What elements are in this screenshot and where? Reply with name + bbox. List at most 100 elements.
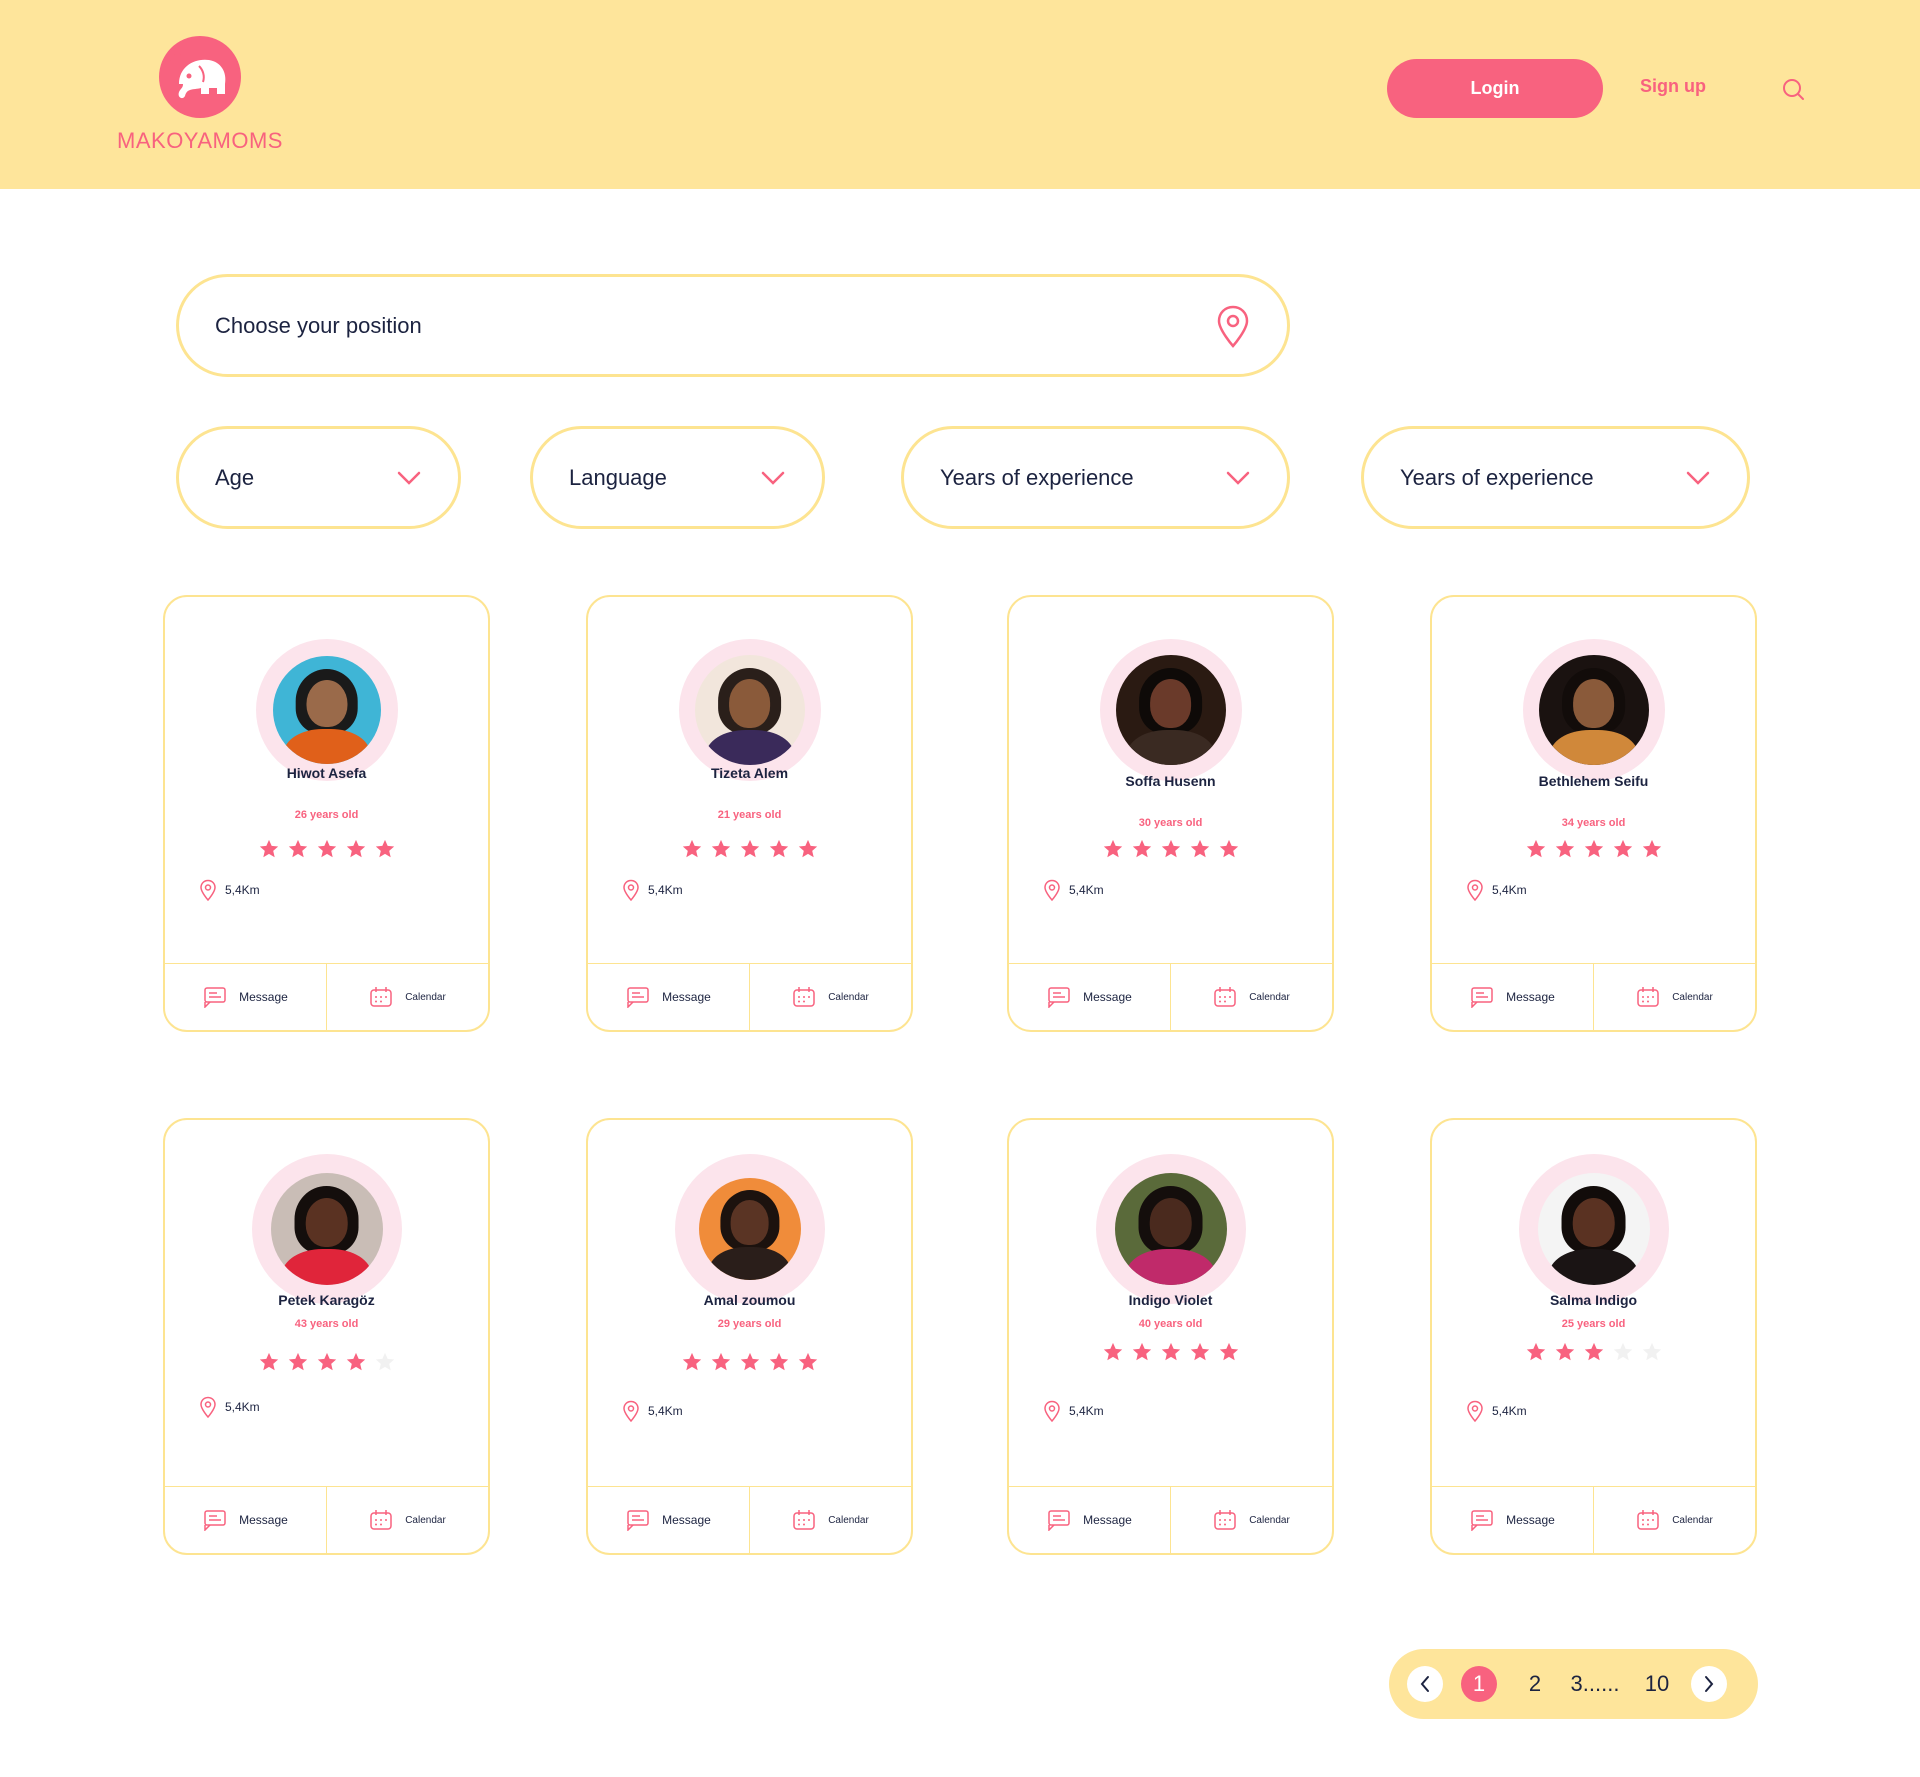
message-button[interactable]: Message <box>1432 1487 1593 1553</box>
calendar-button[interactable]: Calendar <box>326 1487 488 1553</box>
calendar-button[interactable]: Calendar <box>749 1487 911 1553</box>
page-10-button[interactable]: 10 <box>1627 1671 1687 1697</box>
calendar-button[interactable]: Calendar <box>1593 1487 1755 1553</box>
chevron-down-icon <box>397 471 421 485</box>
profile-name[interactable]: Petek Karagöz <box>165 1292 488 1308</box>
filter-label: Years of experience <box>940 464 1134 490</box>
filter-age[interactable]: Age <box>176 426 461 529</box>
message-button[interactable]: Message <box>1009 964 1170 1030</box>
login-button[interactable]: Login <box>1387 59 1603 118</box>
page-2-button[interactable]: 2 <box>1507 1671 1563 1697</box>
calendar-label: Calendar <box>1672 991 1713 1003</box>
calendar-button[interactable]: Calendar <box>326 964 488 1030</box>
profile-card[interactable]: Amal zoumou 29 years old 5,4Km Message C… <box>586 1118 913 1555</box>
avatar[interactable] <box>698 1178 801 1280</box>
calendar-icon <box>1637 987 1659 1007</box>
profile-name[interactable]: Tizeta Alem <box>588 765 911 781</box>
avatar-ring <box>1099 639 1242 781</box>
distance: 5,4Km <box>199 1396 260 1418</box>
profile-name[interactable]: Salma Indigo <box>1432 1292 1755 1308</box>
star-icon <box>1132 839 1151 858</box>
star-icon <box>1161 1342 1180 1361</box>
message-button[interactable]: Message <box>1432 964 1593 1030</box>
filter-experience-2[interactable]: Years of experience <box>1361 426 1750 529</box>
message-button[interactable]: Message <box>165 964 326 1030</box>
message-icon <box>1471 1510 1493 1531</box>
message-button[interactable]: Message <box>165 1487 326 1553</box>
filter-experience[interactable]: Years of experience <box>901 426 1290 529</box>
avatar-face <box>728 679 771 728</box>
position-input[interactable]: Choose your position <box>176 274 1290 377</box>
distance: 5,4Km <box>622 879 683 901</box>
avatar[interactable] <box>1538 655 1649 765</box>
avatar[interactable] <box>272 656 381 764</box>
profile-name[interactable]: Soffa Husenn <box>1009 773 1332 789</box>
page-3-button[interactable]: 3...... <box>1563 1671 1627 1697</box>
filter-language[interactable]: Language <box>530 426 825 529</box>
message-button[interactable]: Message <box>588 964 749 1030</box>
avatar[interactable] <box>694 655 805 765</box>
calendar-icon <box>793 1510 815 1530</box>
profile-card[interactable]: Bethlehem Seifu 34 years old 5,4Km Messa… <box>1430 595 1757 1032</box>
star-icon <box>375 839 394 858</box>
page-1-button[interactable]: 1 <box>1461 1666 1497 1702</box>
avatar[interactable] <box>270 1173 383 1285</box>
avatar[interactable] <box>1114 1173 1227 1285</box>
profile-age: 40 years old <box>1138 1318 1203 1330</box>
message-label: Message <box>662 1513 711 1527</box>
profile-name[interactable]: Bethlehem Seifu <box>1432 773 1755 789</box>
profile-card[interactable]: Soffa Husenn 30 years old 5,4Km Message … <box>1007 595 1334 1032</box>
message-icon <box>627 1510 649 1531</box>
profile-name[interactable]: Amal zoumou <box>588 1292 911 1308</box>
profile-card[interactable]: Hiwot Asefa 26 years old 5,4Km Message C… <box>163 595 490 1032</box>
location-pin-icon <box>1467 1400 1483 1422</box>
profile-name[interactable]: Hiwot Asefa <box>165 765 488 781</box>
prev-page-button[interactable] <box>1407 1666 1443 1702</box>
next-page-button[interactable] <box>1691 1666 1727 1702</box>
avatar-ring <box>1518 1154 1669 1304</box>
profile-card[interactable]: Tizeta Alem 21 years old 5,4Km Message C… <box>586 595 913 1032</box>
signup-link[interactable]: Sign up <box>1640 76 1706 97</box>
distance: 5,4Km <box>1466 1400 1527 1422</box>
location-pin-icon <box>200 1396 216 1418</box>
rating-stars <box>1009 1341 1332 1363</box>
message-button[interactable]: Message <box>1009 1487 1170 1553</box>
star-icon <box>1642 839 1661 858</box>
card-actions: Message Calendar <box>588 1486 911 1553</box>
profile-card[interactable]: Petek Karagöz 43 years old 5,4Km Message… <box>163 1118 490 1555</box>
elephant-logo-icon <box>159 36 241 118</box>
star-icon <box>682 1352 701 1371</box>
avatar-face <box>305 679 348 728</box>
rating-stars <box>1432 1341 1755 1363</box>
distance: 5,4Km <box>1466 879 1527 901</box>
distance-value: 5,4Km <box>225 883 260 897</box>
chevron-down-icon <box>761 471 785 485</box>
star-icon <box>1103 1342 1122 1361</box>
avatar[interactable] <box>1537 1173 1650 1285</box>
star-icon <box>1642 1342 1661 1361</box>
star-icon <box>1132 1342 1151 1361</box>
profile-card[interactable]: Salma Indigo 25 years old 5,4Km Message … <box>1430 1118 1757 1555</box>
message-button[interactable]: Message <box>588 1487 749 1553</box>
brand-logo[interactable]: MAKOYAMOMS <box>110 30 290 154</box>
profile-age: 30 years old <box>1138 817 1203 829</box>
avatar[interactable] <box>1115 655 1226 765</box>
calendar-label: Calendar <box>405 991 446 1003</box>
calendar-button[interactable]: Calendar <box>749 964 911 1030</box>
profile-name[interactable]: Indigo Violet <box>1009 1292 1332 1308</box>
location-pin-icon[interactable] <box>1215 304 1251 348</box>
calendar-button[interactable]: Calendar <box>1593 964 1755 1030</box>
card-actions: Message Calendar <box>1432 1486 1755 1553</box>
star-icon <box>711 1352 730 1371</box>
message-label: Message <box>662 990 711 1004</box>
chevron-down-icon <box>1226 471 1250 485</box>
profile-card[interactable]: Indigo Violet 40 years old 5,4Km Message… <box>1007 1118 1334 1555</box>
avatar-ring <box>251 1154 402 1304</box>
calendar-button[interactable]: Calendar <box>1170 964 1332 1030</box>
search-icon[interactable] <box>1781 77 1807 103</box>
card-actions: Message Calendar <box>1432 963 1755 1030</box>
calendar-button[interactable]: Calendar <box>1170 1487 1332 1553</box>
location-pin-icon <box>1044 879 1060 901</box>
distance-value: 5,4Km <box>225 1400 260 1414</box>
location-pin-icon <box>1467 879 1483 901</box>
